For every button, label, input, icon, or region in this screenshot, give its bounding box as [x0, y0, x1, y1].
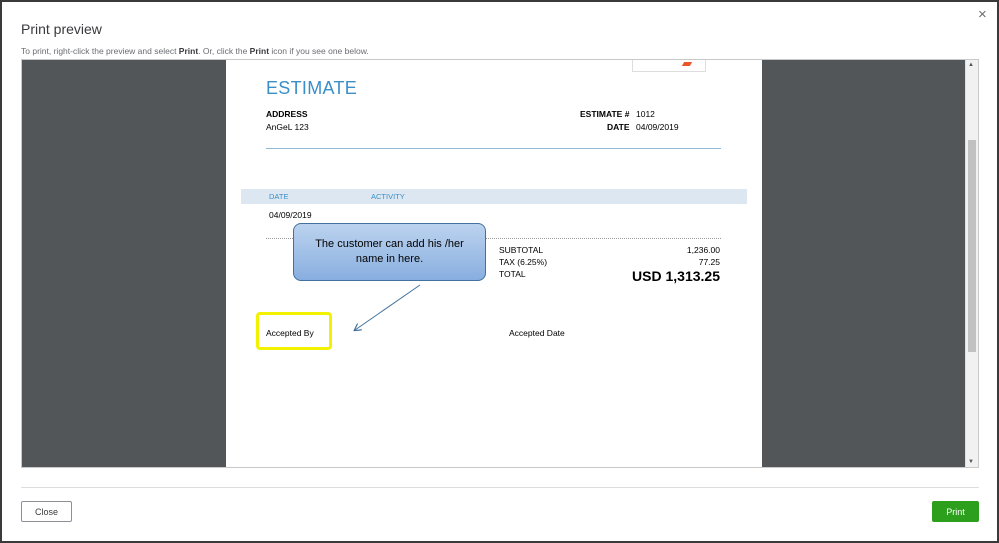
print-preview-dialog: Print preview × To print, right-click th…	[2, 2, 997, 541]
close-icon[interactable]: ×	[978, 7, 987, 22]
hint-prefix: To print, right-click the preview and se…	[21, 46, 179, 56]
dialog-title: Print preview	[21, 21, 102, 37]
print-hint: To print, right-click the preview and se…	[21, 46, 369, 56]
scrollbar-thumb[interactable]	[968, 140, 976, 352]
annotation-callout: The customer can add his /her name in he…	[293, 223, 486, 281]
annotation-arrow	[22, 284, 421, 468]
hint-suffix: icon if you see one below.	[269, 46, 369, 56]
preview-scrollbar[interactable]: ▲ ▼	[965, 60, 978, 467]
footer-divider	[21, 487, 979, 488]
hint-print-word-2: Print	[249, 46, 270, 56]
print-button[interactable]: Print	[932, 501, 979, 522]
pdf-preview-viewer[interactable]: ESTIMATE ADDRESS AnGeL 123 ESTIMATE # 10…	[21, 59, 979, 468]
close-button[interactable]: Close	[21, 501, 72, 522]
scroll-down-icon[interactable]: ▼	[968, 459, 974, 465]
hint-middle: . Or, click the	[198, 46, 250, 56]
scroll-up-icon[interactable]: ▲	[968, 62, 974, 68]
hint-print-word: Print	[178, 46, 199, 56]
